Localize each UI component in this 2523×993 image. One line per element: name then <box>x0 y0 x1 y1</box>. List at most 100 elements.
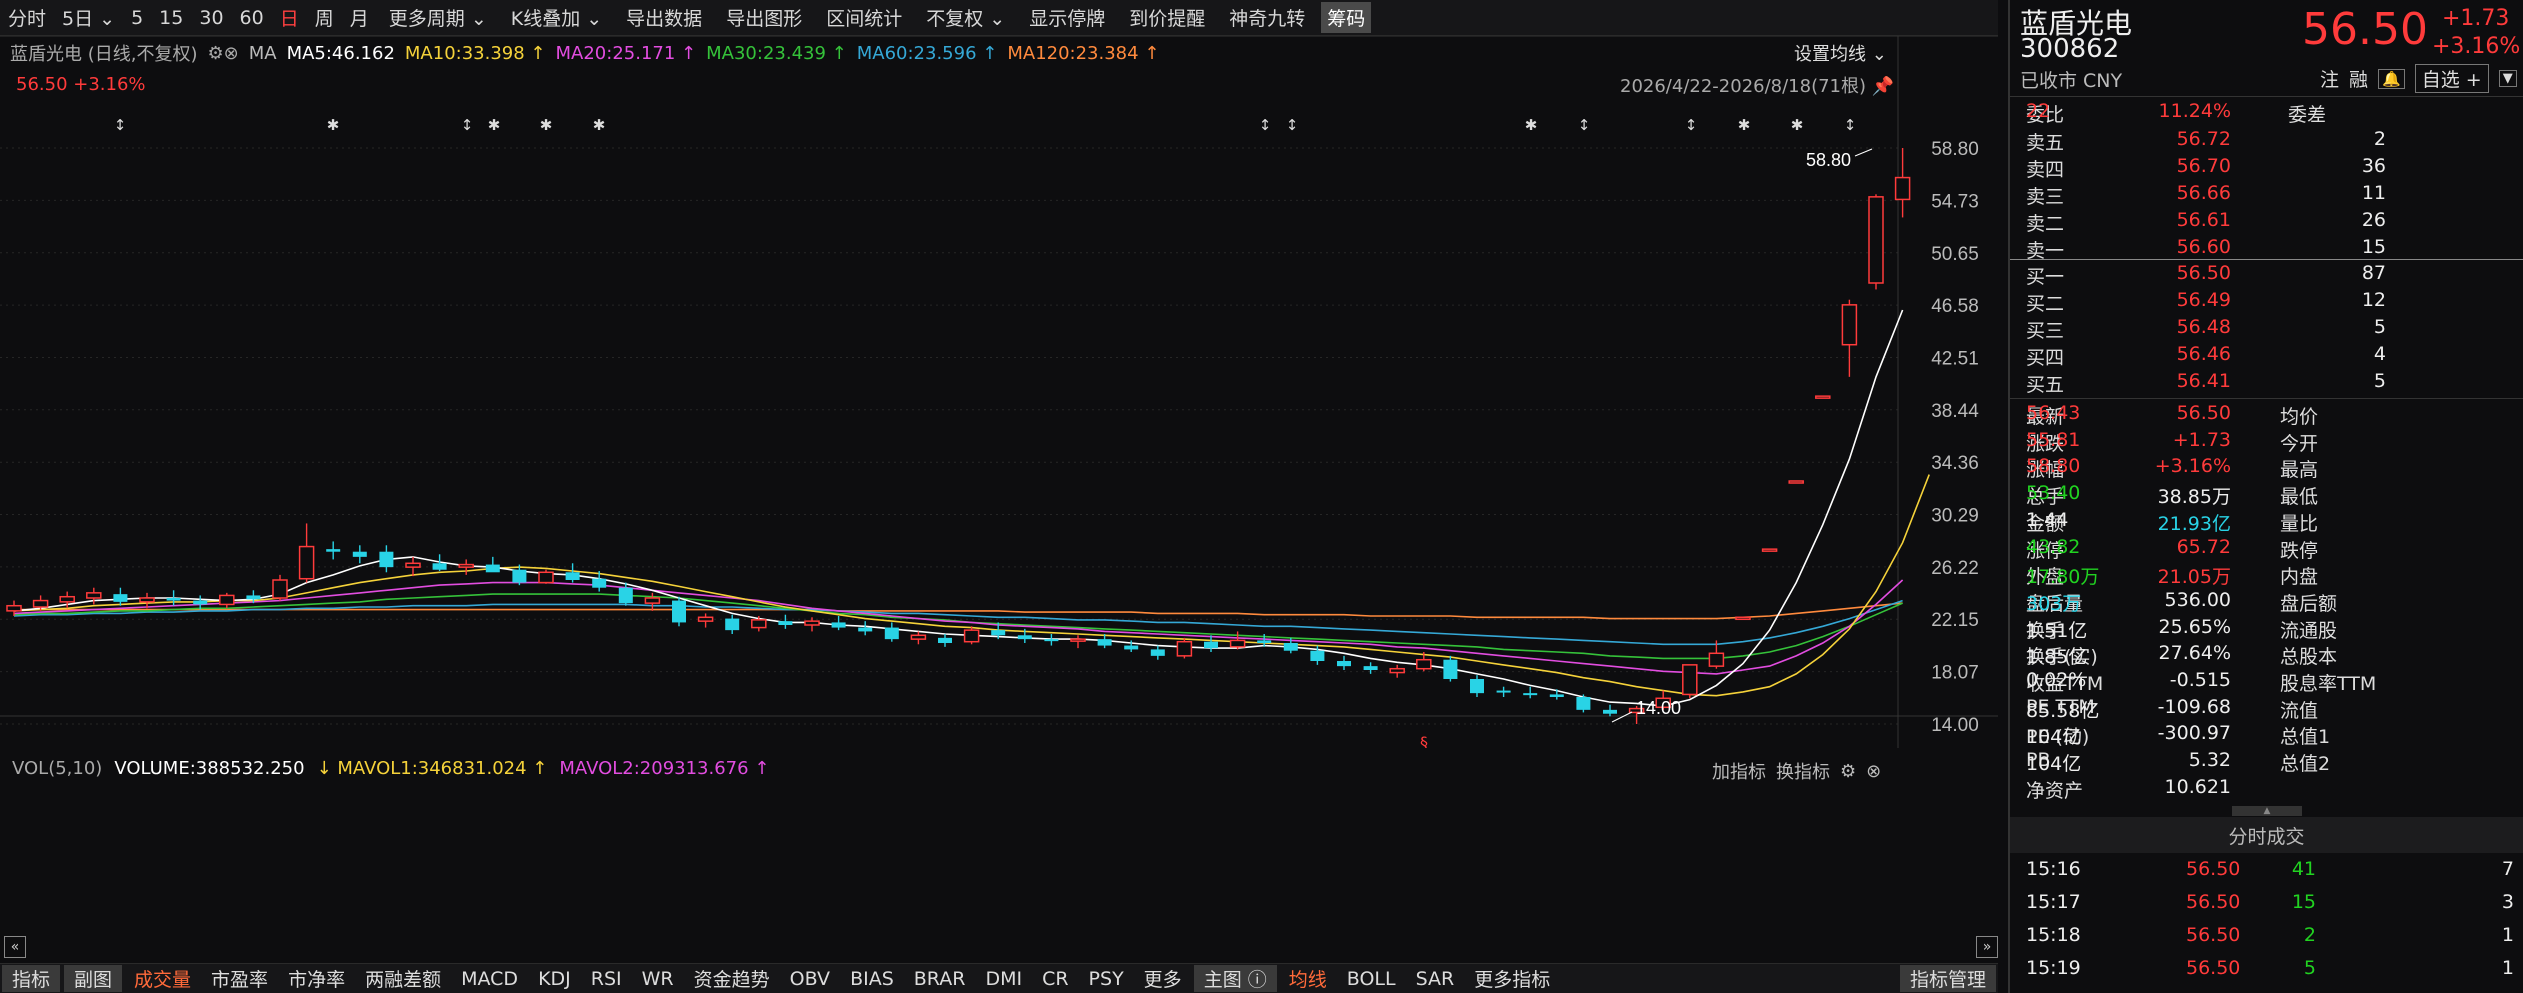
tick-volume: 15 <box>2291 891 2316 913</box>
stat-value: 5.32 <box>2188 749 2231 772</box>
watchlist-dropdown-icon[interactable]: ▼ <box>2498 70 2517 87</box>
tick-price: 56.50 <box>2186 891 2241 913</box>
candle-body <box>1470 679 1484 694</box>
indicator-tab-4[interactable]: 市净率 <box>278 965 355 992</box>
toolbar-item-1[interactable]: 5日 ⌄ <box>54 4 123 31</box>
indicator-tab-6[interactable]: MACD <box>451 968 528 990</box>
candle-body <box>458 563 474 568</box>
scroll-left-icon[interactable]: « <box>4 936 26 958</box>
bid-row: 买四 56.46 4 <box>2026 343 2516 369</box>
toolbar-item-8[interactable]: 月 <box>342 4 377 31</box>
indicator-tab-17[interactable]: 更多 <box>1134 965 1192 992</box>
bid-volume: 87 <box>2361 262 2386 284</box>
price-change: +1.73 <box>2442 6 2510 31</box>
ask-row: 卖三 56.66 11 <box>2026 182 2516 208</box>
ask-volume: 36 <box>2361 155 2386 177</box>
toolbar-item-3[interactable]: 15 <box>151 7 191 29</box>
toolbar-item-5[interactable]: 60 <box>232 7 272 29</box>
candle-body <box>86 592 102 599</box>
indicator-tab-9[interactable]: WR <box>632 968 684 990</box>
event-marker: ↕ <box>1578 116 1591 134</box>
tick-time: 15:17 <box>2026 891 2081 913</box>
watchlist-button[interactable]: 自选 + <box>2414 64 2489 93</box>
indicator-tab-5[interactable]: 两融差额 <box>355 965 451 992</box>
date-range-label: 2026/4/22-2026/8/18(71根) <box>1620 76 1867 97</box>
indicator-tab-7[interactable]: KDJ <box>528 968 581 990</box>
candle-body <box>1283 643 1298 651</box>
indicator-tab-22[interactable]: 更多指标 <box>1464 965 1560 992</box>
indicator-tab-1[interactable]: 副图 <box>64 965 123 992</box>
event-marker: ✱ <box>1525 116 1538 134</box>
candle-body <box>1549 694 1564 697</box>
stat-value: 25.65% <box>2158 615 2231 638</box>
toolbar-item-10[interactable]: K线叠加 ⌄ <box>499 4 614 31</box>
stat-row: 收益TTM -0.515 股息率TTM 0.02% <box>2026 669 2516 695</box>
set-ma-label: 设置均线 <box>1794 44 1866 65</box>
ask-label: 卖二 <box>2026 213 2065 235</box>
toolbar-item-4[interactable]: 30 <box>191 7 231 29</box>
tick-count: 1 <box>2501 924 2514 946</box>
indicator-tab-16[interactable]: PSY <box>1079 968 1134 990</box>
indicator-tab-3[interactable]: 市盈率 <box>201 965 278 992</box>
note-button[interactable]: 注 <box>2320 65 2339 92</box>
bid-price: 56.41 <box>2176 370 2231 392</box>
candle-body <box>778 621 793 625</box>
toolbar-item-2[interactable]: 5 <box>123 7 151 29</box>
indicator-tab-18[interactable]: 主图 ⓘ <box>1193 965 1277 992</box>
switch-indicator-button[interactable]: 换指标 <box>1776 758 1830 784</box>
toolbar-item-9[interactable]: 更多周期 ⌄ <box>377 4 499 31</box>
candle-body <box>1496 690 1511 693</box>
toolbar-item-15[interactable]: 显示停牌 <box>1017 4 1117 31</box>
stat-value: +3.16% <box>2154 455 2231 478</box>
scroll-right-icon[interactable]: » <box>1976 936 1998 958</box>
kline-chart[interactable]: 58.80 54.73 50.65 46.58 42.51 38.44 34.36 30.29… <box>0 36 1998 748</box>
stat-value: 27.64% <box>2158 642 2231 665</box>
indicator-tab-12[interactable]: BIAS <box>840 968 904 990</box>
indicator-tab-10[interactable]: 资金趋势 <box>684 965 780 992</box>
legend-gear-icon[interactable]: ⚙⊗ <box>208 43 239 64</box>
indicator-tab-14[interactable]: DMI <box>975 968 1032 990</box>
toolbar-item-11[interactable]: 导出数据 <box>614 4 714 31</box>
indicator-tab-0[interactable]: 指标 <box>2 965 61 992</box>
toolbar-item-16[interactable]: 到价提醒 <box>1117 4 1217 31</box>
bell-icon[interactable]: 🔔 <box>2378 68 2405 89</box>
set-ma-button[interactable]: 设置均线 ⌄ <box>1794 40 1887 66</box>
indicator-tab-20[interactable]: BOLL <box>1337 968 1406 990</box>
candle-body <box>352 551 367 557</box>
stat-row: 金额 21.93亿 量比 1.44 <box>2026 509 2516 535</box>
bid-label: 买五 <box>2026 374 2065 396</box>
stat-value: 1.85亿 <box>2026 646 2088 669</box>
toolbar-item-6[interactable]: 日 <box>272 4 307 31</box>
indicator-tab-15[interactable]: CR <box>1032 968 1078 990</box>
stat-row: 涨停 65.72 跌停 43.82 <box>2026 536 2516 562</box>
indicator-tab-23[interactable]: 指标管理 <box>1899 965 1996 992</box>
volume-tools: 加指标 换指标 ⚙ ⊗ <box>1712 758 1881 784</box>
ask-label: 卖四 <box>2026 159 2065 181</box>
ma10-value: MA10:33.398 ↑ <box>404 42 546 64</box>
toolbar-item-7[interactable]: 周 <box>307 4 342 31</box>
panel-collapse-handle[interactable]: ▲ <box>2232 806 2302 816</box>
indicator-tab-19[interactable]: 均线 <box>1279 965 1337 992</box>
indicator-tab-2[interactable]: 成交量 <box>124 965 201 992</box>
toolbar-item-13[interactable]: 区间统计 <box>814 4 914 31</box>
candle-body <box>1229 639 1246 648</box>
indicator-tab-21[interactable]: SAR <box>1406 968 1465 990</box>
toolbar-item-17[interactable]: 神奇九转 <box>1217 4 1317 31</box>
margin-button[interactable]: 融 <box>2349 65 2368 92</box>
ask-row: 卖二 56.61 26 <box>2026 209 2516 235</box>
vol-settings-icon[interactable]: ⚙ <box>1840 761 1856 782</box>
vol-close-icon[interactable]: ⊗ <box>1866 761 1881 782</box>
indicator-tab-11[interactable]: OBV <box>780 968 840 990</box>
toolbar-item-0[interactable]: 分时 <box>0 4 54 31</box>
toolbar-item-14[interactable]: 不复权 ⌄ <box>914 4 1017 31</box>
stat-value: 38.85万 <box>2157 486 2231 509</box>
pin-icon[interactable]: 📌 <box>1872 76 1894 97</box>
indicator-tab-13[interactable]: BRAR <box>904 968 976 990</box>
add-indicator-button[interactable]: 加指标 <box>1712 758 1766 784</box>
candle-body <box>1868 196 1884 284</box>
indicator-tab-8[interactable]: RSI <box>581 968 632 990</box>
toolbar-item-12[interactable]: 导出图形 <box>714 4 814 31</box>
toolbar-item-18[interactable]: 筹码 <box>1321 2 1372 33</box>
candle-body <box>1443 659 1458 679</box>
bid-volume: 12 <box>2361 289 2386 311</box>
